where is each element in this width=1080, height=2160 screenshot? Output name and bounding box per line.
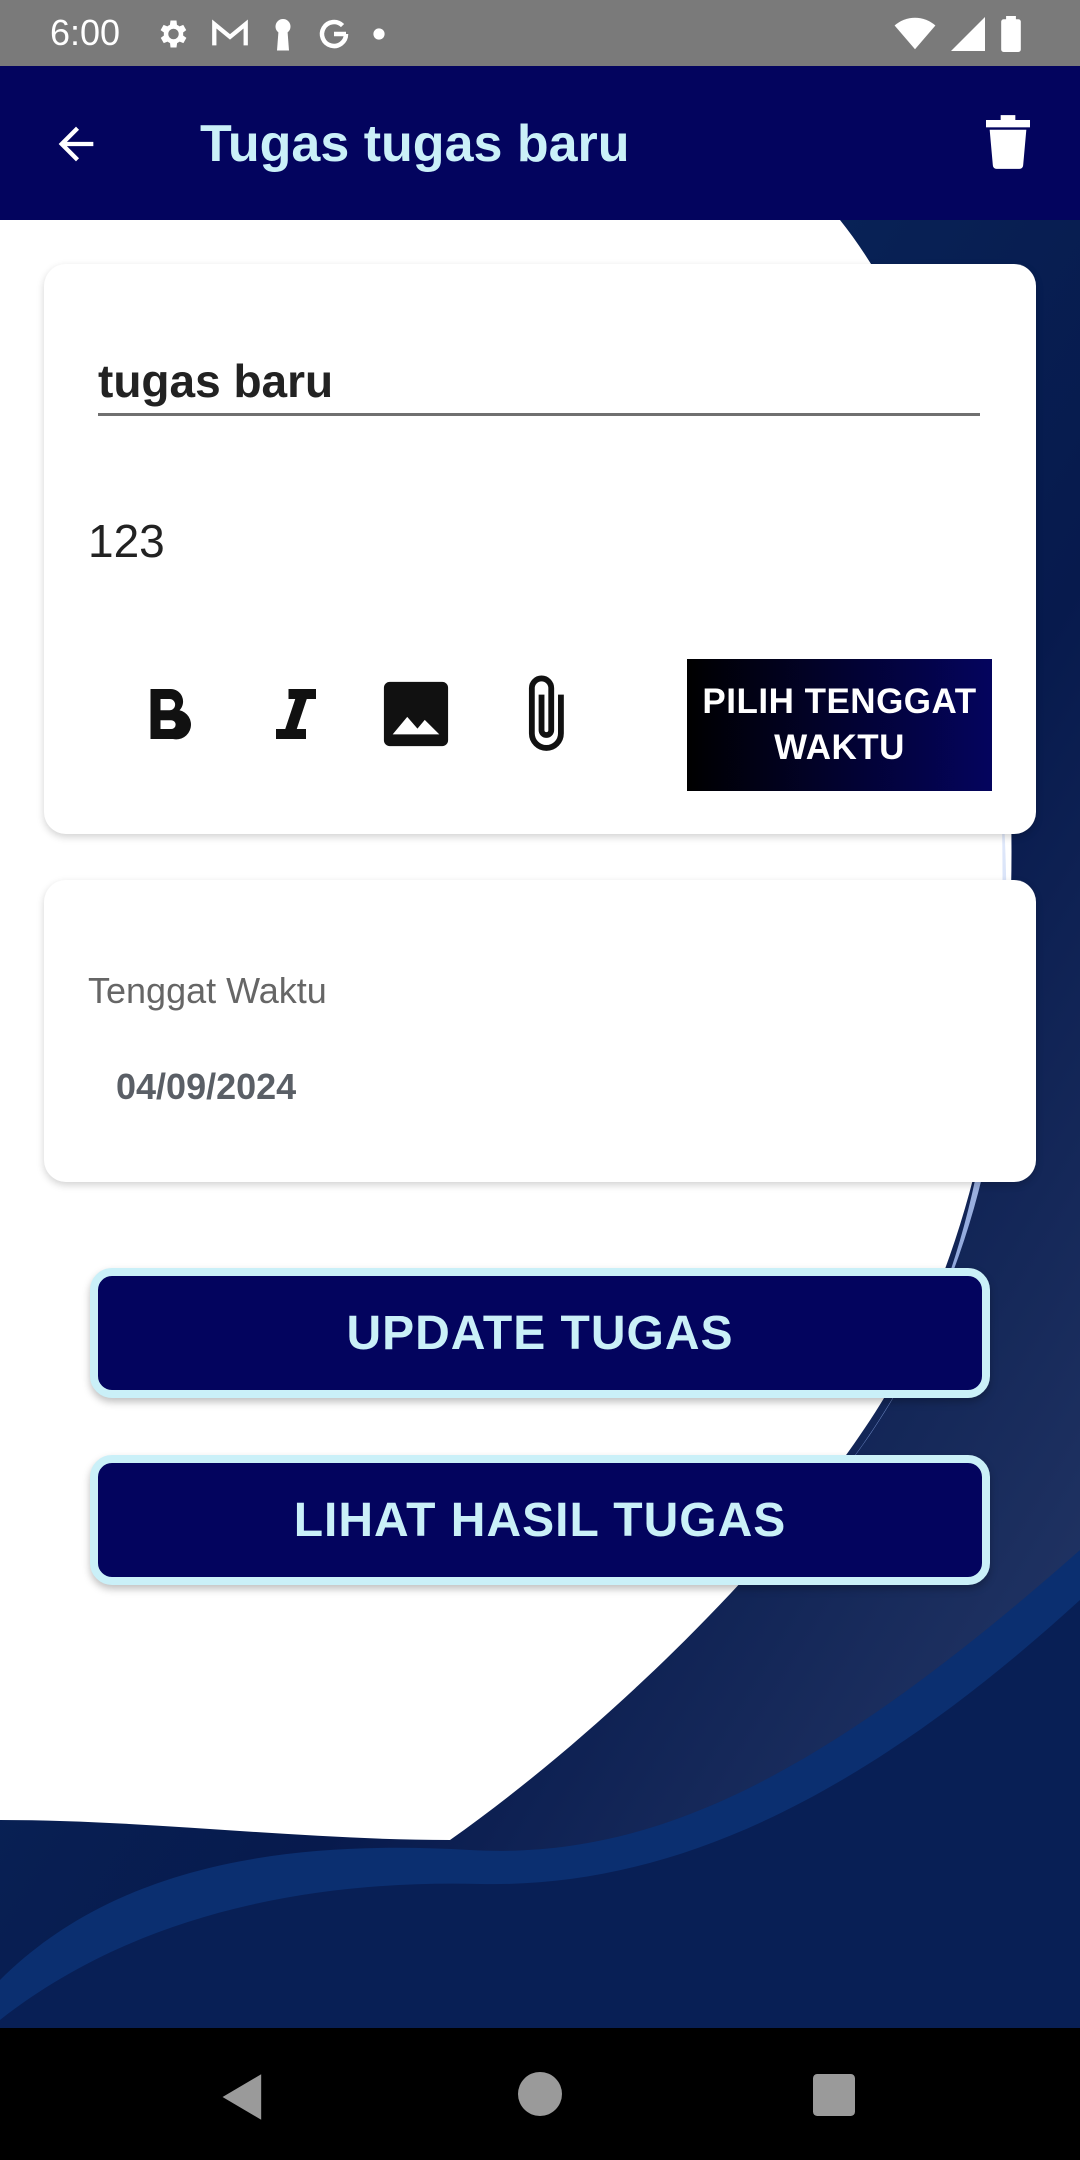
status-time: 6:00 bbox=[50, 12, 121, 53]
task-content-editor[interactable]: 123 bbox=[88, 514, 165, 568]
task-title-input[interactable]: tugas baru bbox=[98, 340, 980, 416]
insert-image-button[interactable] bbox=[378, 676, 454, 752]
deadline-card: Tenggat Waktu 04/09/2024 bbox=[44, 880, 1036, 1182]
signal-icon bbox=[951, 17, 985, 51]
nav-back-icon[interactable] bbox=[220, 2072, 266, 2122]
attach-file-button[interactable] bbox=[510, 675, 586, 752]
task-editor-card: tugas baru 123 PILIH TENGGAT WAKTU bbox=[44, 264, 1036, 834]
deadline-label: Tenggat Waktu bbox=[88, 970, 327, 1011]
wifi-icon bbox=[894, 17, 936, 50]
app-bar: Tugas tugas baru bbox=[0, 66, 1080, 220]
view-results-button[interactable]: LIHAT HASIL TUGAS bbox=[90, 1455, 990, 1585]
delete-button[interactable] bbox=[976, 110, 1040, 174]
status-bar: 6:00 bbox=[0, 0, 1080, 66]
trash-icon bbox=[986, 115, 1030, 169]
nav-recent-icon[interactable] bbox=[813, 2074, 855, 2116]
keyhole-icon bbox=[275, 19, 291, 51]
pick-deadline-button[interactable]: PILIH TENGGAT WAKTU bbox=[687, 659, 992, 791]
nav-home-icon[interactable] bbox=[518, 2072, 562, 2116]
status-notification-icons bbox=[154, 14, 386, 54]
dot-icon bbox=[373, 28, 385, 40]
page-title: Tugas tugas baru bbox=[200, 115, 630, 173]
settings-icon bbox=[160, 20, 187, 48]
system-nav-bar bbox=[0, 2028, 1080, 2160]
attachment-icon bbox=[528, 675, 564, 751]
back-button[interactable] bbox=[46, 114, 106, 174]
gmail-icon bbox=[212, 19, 248, 46]
italic-button[interactable] bbox=[258, 676, 334, 752]
bold-icon bbox=[150, 688, 191, 740]
battery-icon bbox=[1001, 16, 1021, 52]
bold-button[interactable] bbox=[130, 676, 206, 752]
arrow-back-icon bbox=[58, 126, 94, 162]
status-system-icons bbox=[894, 14, 1022, 54]
deadline-value: 04/09/2024 bbox=[116, 1066, 297, 1107]
image-icon bbox=[383, 681, 449, 747]
google-icon bbox=[319, 19, 349, 49]
italic-icon bbox=[276, 689, 316, 739]
update-task-button[interactable]: UPDATE TUGAS bbox=[90, 1268, 990, 1398]
